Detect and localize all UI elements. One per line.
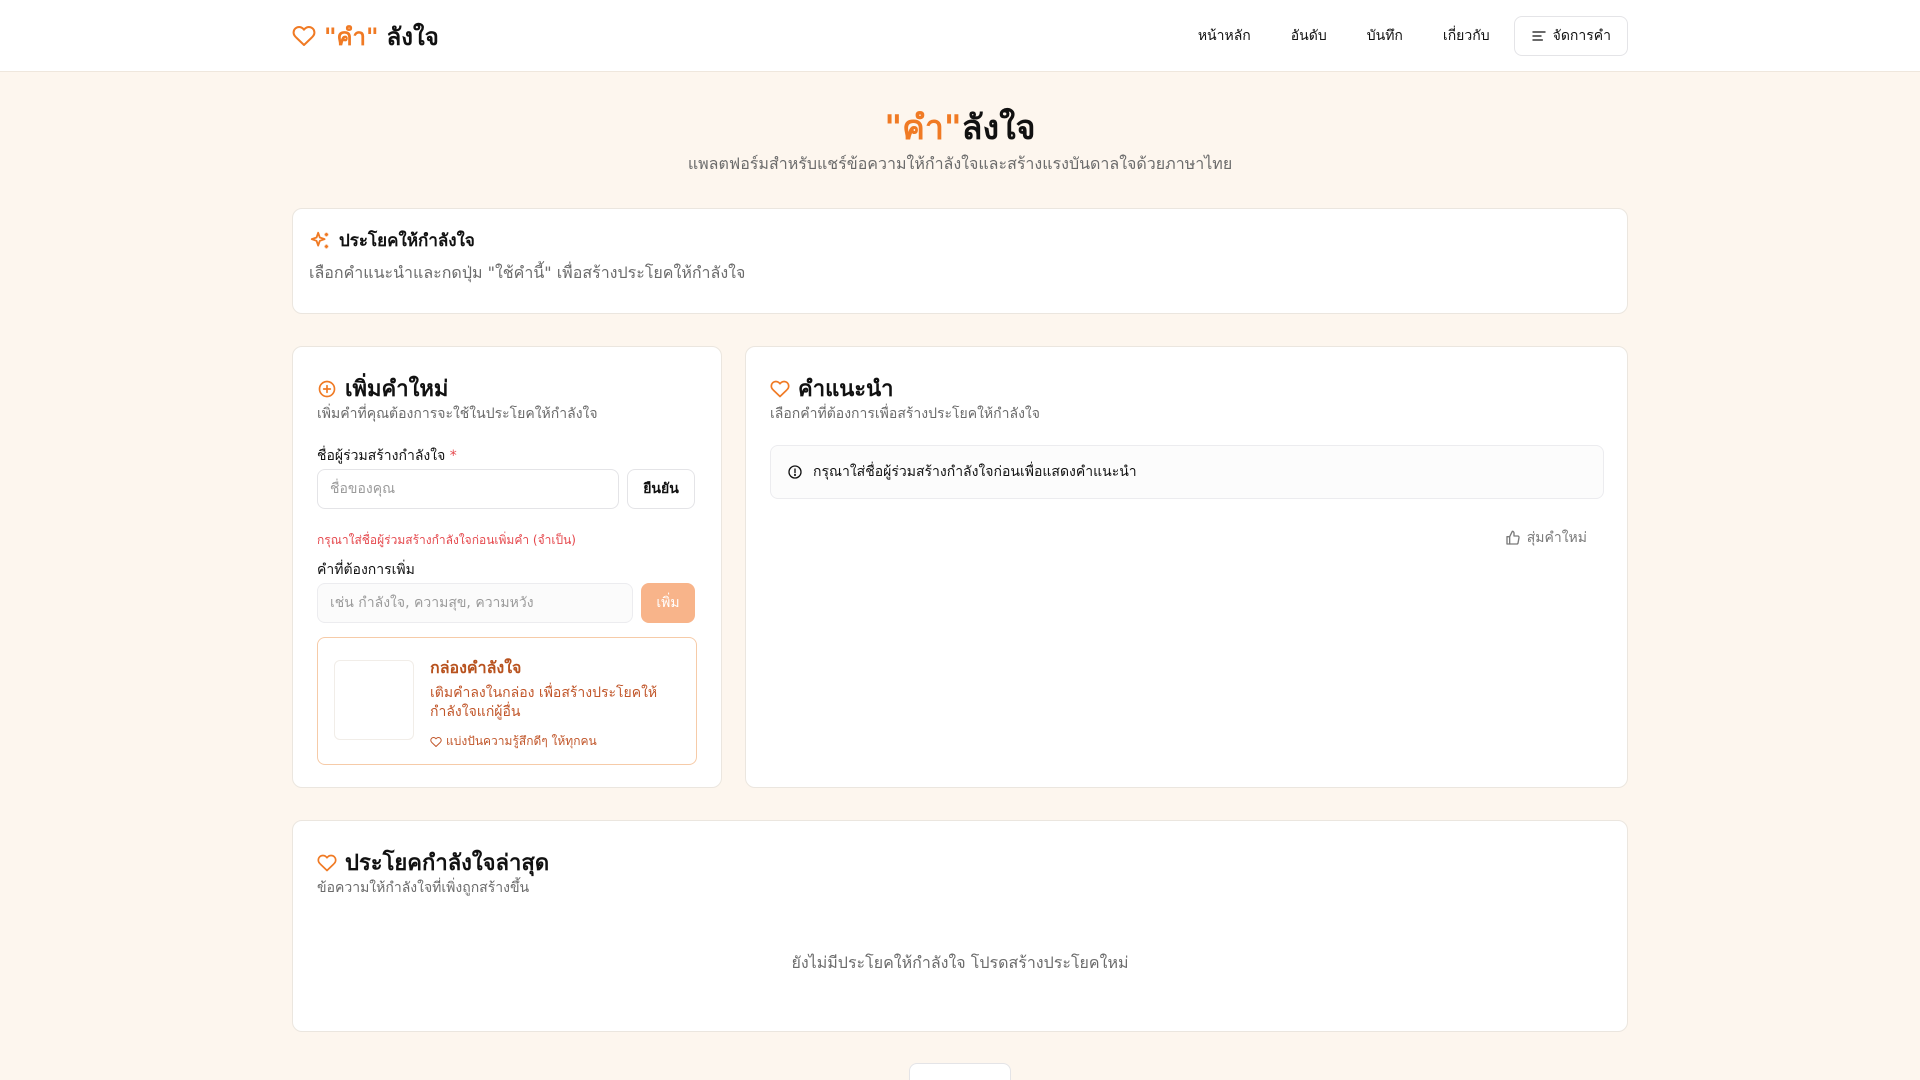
latest-sentences-card: ประโยคกำลังใจล่าสุด ข้อความให้กำลังใจที่… [292,820,1628,1032]
manage-words-button[interactable]: จัดการคำ [1513,16,1628,56]
heart-icon [317,854,337,871]
add-word-description: เพิ่มคำที่คุณต้องการจะใช้ในประโยคให้กำลั… [317,406,598,422]
brand-logo[interactable]: "คำ" ลังใจ [292,20,439,52]
latest-header: ประโยคกำลังใจล่าสุด [317,845,549,880]
word-box-promo: กล่องคำลังใจ เติมคำลงในกล่อง เพื่อสร้างป… [317,637,697,765]
plus-circle-icon [318,380,336,397]
sparkles-icon [310,231,329,248]
required-mark: * [449,448,457,464]
nav-about[interactable]: เกี่ยวกับ [1423,16,1510,56]
add-word-title: เพิ่มคำใหม่ [345,377,449,402]
suggestions-notice: กรุณาใส่ชื่อผู้ร่วมสร้างกำลังใจก่อนเพื่อ… [770,445,1604,499]
latest-title: ประโยคกำลังใจล่าสุด [345,851,550,876]
page-title: "คำ"ลังใจ [0,100,1920,154]
word-box-footer: แบ่งปันความรู้สึกดีๆ ให้ทุกคน [430,732,597,751]
suggestions-description: เลือกคำที่ต้องการเพื่อสร้างประโยคให้กำลั… [770,406,1040,422]
sentence-card-description: เลือกคำแนะนำและกดปุ่ม "ใช้คำนี้" เพื่อสร… [309,263,746,282]
confirm-name-button[interactable]: ยืนยัน [627,469,695,509]
suggestions-title: คำแนะนำ [798,377,894,402]
sentence-card-header: ประโยคให้กำลังใจ [309,227,475,254]
nav-home[interactable]: หน้าหลัก [1178,16,1271,56]
contributor-name-label: ชื่อผู้ร่วมสร้างกำลังใจ * [317,445,457,467]
bottom-partial-button[interactable] [909,1063,1011,1080]
add-word-header: เพิ่มคำใหม่ [317,371,448,406]
contributor-name-label-text: ชื่อผู้ร่วมสร้างกำลังใจ [317,448,446,464]
suggestions-card: คำแนะนำ เลือกคำที่ต้องการเพื่อสร้างประโย… [745,346,1628,788]
word-box-title: กล่องคำลังใจ [430,658,522,677]
word-label: คำที่ต้องการเพิ่ม [317,562,415,578]
nav-journal[interactable]: บันทึก [1347,16,1423,56]
name-error-message: กรุณาใส่ชื่อผู้ร่วมสร้างกำลังใจก่อนเพิ่ม… [317,533,576,547]
shuffle-words-label: สุ่มคำใหม่ [1526,530,1587,546]
heart-icon [770,380,790,397]
contributor-name-input[interactable] [317,469,619,509]
main-nav: หน้าหลัก อันดับ บันทึก เกี่ยวกับ จัดการค… [1178,16,1628,56]
add-word-card: เพิ่มคำใหม่ เพิ่มคำที่คุณต้องการจะใช้ในป… [292,346,722,788]
heart-icon [430,736,442,747]
title-quote: "คำ" [884,108,962,148]
top-navbar: "คำ" ลังใจ หน้าหลัก อันดับ บันทึก เกี่ยวก… [0,0,1920,72]
brand-text: ลังใจ [386,22,439,51]
sentence-card-title: ประโยคให้กำลังใจ [339,231,475,251]
heart-icon [292,26,316,46]
list-icon [1531,31,1546,41]
sentence-card: ประโยคให้กำลังใจ เลือกคำแนะนำและกดปุ่ม "… [292,208,1628,314]
latest-description: ข้อความให้กำลังใจที่เพิ่งถูกสร้างขึ้น [317,880,530,896]
word-input[interactable] [317,583,633,623]
word-box-description: เติมคำลงในกล่อง เพื่อสร้างประโยคให้กำลัง… [430,685,658,720]
title-rest: ลังใจ [961,108,1036,148]
suggestions-notice-text: กรุณาใส่ชื่อผู้ร่วมสร้างกำลังใจก่อนเพื่อ… [813,464,1137,480]
brand-quote: "คำ" [324,22,379,51]
word-box-image [334,660,414,740]
thumbs-up-icon [1506,530,1520,545]
manage-words-label: จัดการคำ [1552,27,1611,43]
shuffle-words-button[interactable]: สุ่มคำใหม่ [1505,527,1587,549]
suggestions-header: คำแนะนำ [770,371,894,406]
add-word-button[interactable]: เพิ่ม [641,583,695,623]
word-box-footer-text: แบ่งปันความรู้สึกดีๆ ให้ทุกคน [446,734,597,748]
latest-empty-message: ยังไม่มีประโยคให้กำลังใจ โปรดสร้างประโยค… [791,953,1129,972]
nav-ranking[interactable]: อันดับ [1271,16,1347,56]
alert-circle-icon [788,465,802,479]
page-subtitle: แพลตฟอร์มสำหรับแชร์ข้อความให้กำลังใจและส… [687,154,1233,173]
